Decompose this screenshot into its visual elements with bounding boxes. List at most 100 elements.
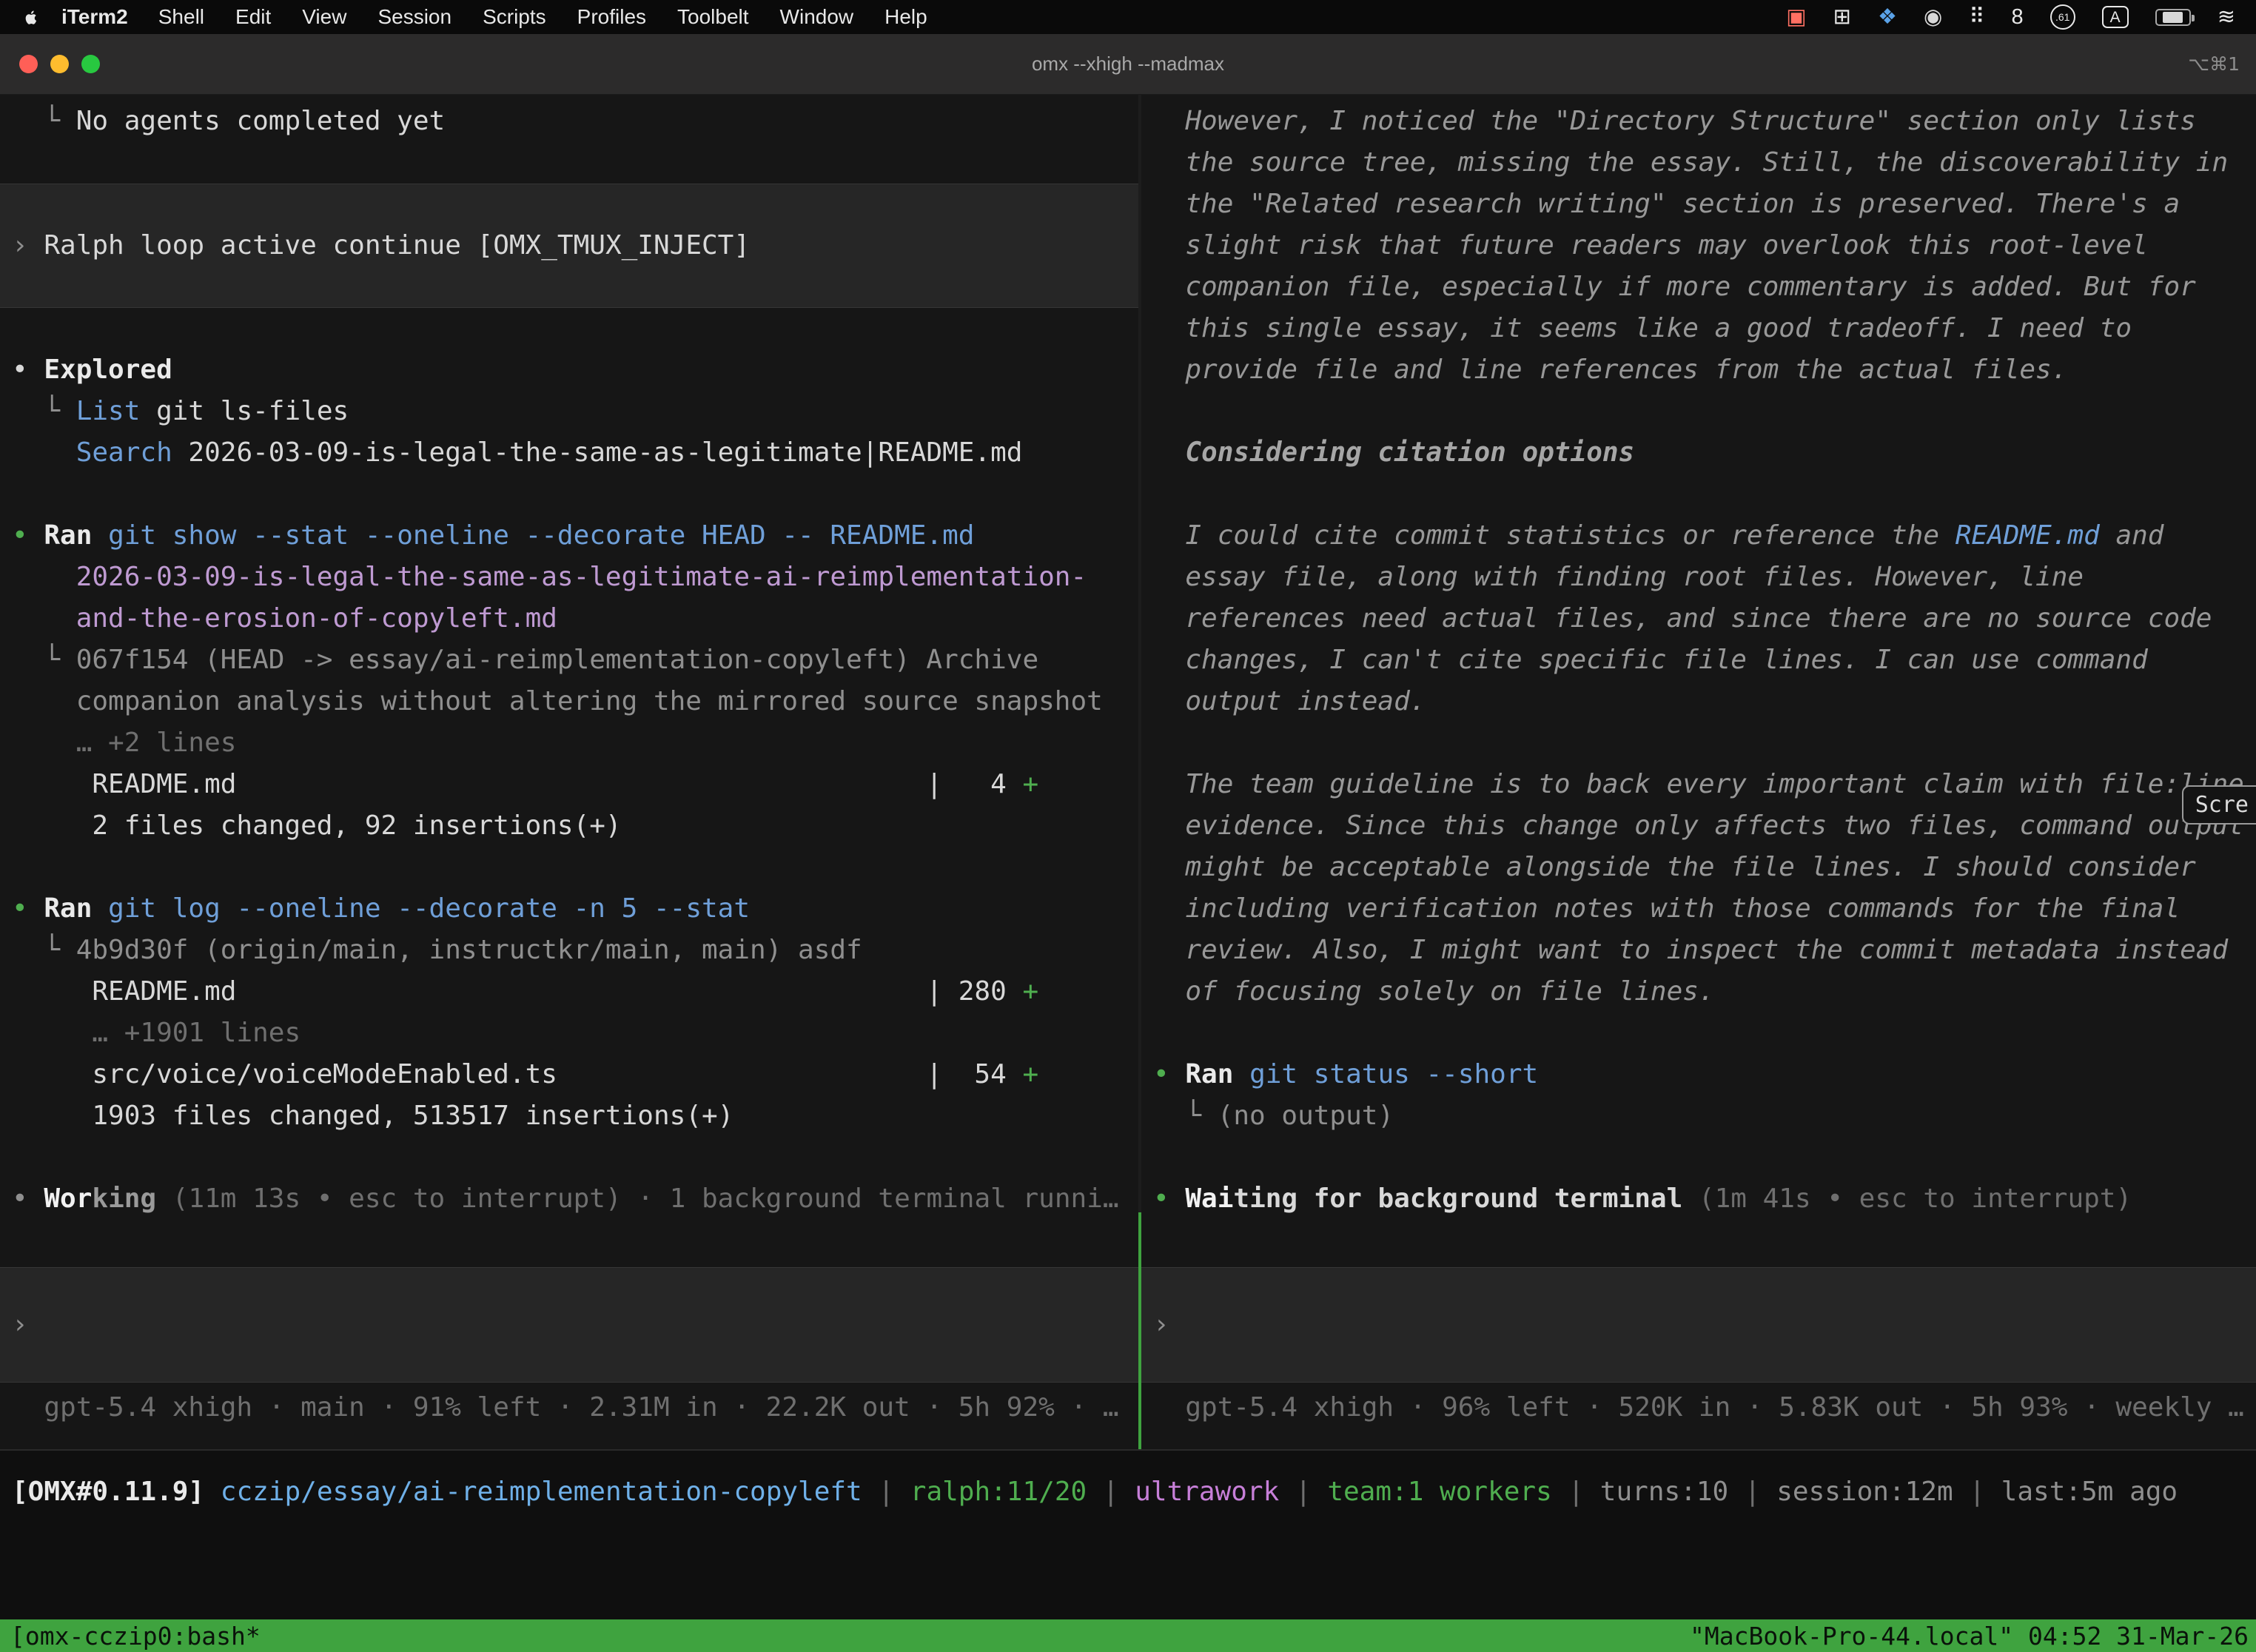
terminal-line: • Ran git log --oneline --decorate -n 5 … [0,888,1138,930]
screen-recording-icon[interactable]: ▣ [1786,7,1806,28]
menu-toolbelt[interactable]: Toolbelt [662,5,765,29]
pane-left-content: └ No agents completed yet› Ralph loop ac… [0,101,1138,1220]
blue-app-icon[interactable]: ❖ [1878,7,1897,28]
text-segment: team:1 workers [1327,1477,1551,1507]
terminal-line: slight risk that future readers may over… [1141,225,2256,266]
terminal-area: └ No agents completed yet› Ralph loop ac… [0,95,2256,1451]
text-segment: | [1087,1477,1135,1507]
battery-icon[interactable] [2155,9,2191,26]
text-segment: output instead. [1153,686,1426,716]
terminal-line [1141,722,2256,764]
omx-status-bar-text: [OMX#0.11.9] cczip/essay/ai-reimplementa… [0,1477,2178,1507]
terminal-line [1141,474,2256,515]
text-segment: review. Also, I might want to inspect th… [1153,935,2228,965]
terminal-line: and-the-erosion-of-copyleft.md [0,598,1138,639]
pane-right-content: However, I noticed the "Directory Struct… [1141,101,2256,1220]
terminal-line: … +1901 lines [0,1013,1138,1054]
text-segment: List [76,396,141,426]
terminal-line: changes, I can't cite specific file line… [1141,639,2256,681]
zoom-button[interactable] [81,55,100,73]
pane-right-prompt[interactable]: › Improve documentation in @filename [1141,1267,2256,1383]
terminal-line: this single essay, it seems like a good … [1141,308,2256,349]
text-segment: | [1953,1477,2001,1507]
terminal-line: └ 4b9d30f (origin/main, instructkr/main,… [0,930,1138,971]
text-segment: … +2 lines [12,728,236,758]
window-grid-icon[interactable]: ⊞ [1833,7,1851,28]
text-segment: Wai [1185,1183,1233,1214]
omx-status-bar: [OMX#0.11.9] cczip/essay/ai-reimplementa… [0,1451,2256,1532]
text-segment: └ (no output) [1153,1101,1394,1131]
pane-right-bottom: › Improve documentation in @filename gpt… [1141,1267,2256,1449]
text-segment: ultrawork [1135,1477,1279,1507]
menubar-menus: ShellEditViewSessionScriptsProfilesToolb… [143,5,943,29]
text-segment: turns:10 [1600,1477,1728,1507]
text-segment: └ [12,396,76,426]
terminal-line: Search 2026-03-09-is-legal-the-same-as-l… [0,432,1138,474]
terminal-line [0,142,1138,184]
terminal-line [1141,391,2256,432]
terminal-line: • Working (11m 13s • esc to interrupt) ·… [0,1178,1138,1220]
pane-left-status: gpt-5.4 xhigh · main · 91% left · 2.31M … [0,1387,1138,1428]
menu-profiles[interactable]: Profiles [562,5,662,29]
menubar-app-name[interactable]: iTerm2 [47,5,143,29]
menu-window[interactable]: Window [765,5,870,29]
terminal-line: › Ralph loop active continue [OMX_TMUX_I… [0,225,750,266]
terminal-line: • Ran git show --stat --oneline --decora… [0,515,1138,557]
input-source-icon[interactable]: A [2102,6,2129,28]
agent-notice-box: › Ralph loop active continue [OMX_TMUX_I… [0,184,1138,308]
text-segment: 2026-03-09-is-legal-the-same-as-legitima… [12,562,1087,592]
traffic-lights [19,55,100,73]
menu-scripts[interactable]: Scripts [467,5,562,29]
terminal-line: companion analysis without altering the … [0,681,1138,722]
text-segment: Search [12,437,172,468]
text-segment: › [12,1309,41,1340]
terminal-line: └ List git ls-files [0,391,1138,432]
terminal-line: output instead. [1141,681,2256,722]
text-segment: git show --stat --oneline --decorate HEA… [92,520,974,551]
pane-left-prompt[interactable]: › Improve documentation in @filename [0,1267,1138,1383]
dark-circle-app-icon[interactable]: ◉ [1924,7,1942,28]
tmux-session-label: [omx-cczip0:bash* [0,1622,261,1651]
text-segment: including verification notes with those … [1153,893,2180,924]
pane-right-status: gpt-5.4 xhigh · 96% left · 520K in · 5.8… [1141,1387,2256,1428]
minimize-button[interactable] [50,55,69,73]
text-segment: slight risk that future readers may over… [1153,230,2148,261]
terminal-line: • Ran git status --short [1141,1054,2256,1095]
text-segment: git ls-files [140,396,349,426]
pane-left-prompt-text[interactable]: › Improve documentation in @filename [0,1304,41,1346]
text-segment: and-the-erosion-of-copyleft.md [12,603,557,634]
menu-edit[interactable]: Edit [220,5,286,29]
menu-help[interactable]: Help [869,5,943,29]
text-segment: (11m 13s • esc to interrupt) · 1 backgro… [156,1183,1118,1214]
terminal-line [0,308,1138,349]
menu-session[interactable]: Session [362,5,467,29]
window-shortcut-badge: ⌥⌘1 [2188,53,2240,75]
pane-right-prompt-text[interactable]: › Improve documentation in @filename [1141,1304,1183,1346]
battery-percentage-icon[interactable]: .61 [2050,4,2075,30]
terminal-pane-right: However, I noticed the "Directory Struct… [1141,95,2256,1449]
dots-grid-icon[interactable]: ⠿ [1969,7,1984,28]
wifi-icon[interactable]: ≋ [2218,7,2235,28]
screen-edge-overlay-button[interactable]: Scre [2182,785,2256,825]
text-segment: └ 4b9d30f (origin/main, instructkr/main,… [12,935,862,965]
menu-shell[interactable]: Shell [143,5,220,29]
text-segment: README.md | 280 [12,976,1022,1007]
text-segment: the "Related research writing" section i… [1153,189,2180,219]
text-segment: gpt-5.4 xhigh · main · 91% left · 2.31M … [12,1392,1119,1423]
terminal-line: The team guideline is to back every impo… [1141,764,2256,805]
text-segment: src/voice/voiceModeEnabled.ts | 54 [12,1059,1022,1089]
menu-view[interactable]: View [286,5,362,29]
tmux-host-time-label: "MacBook-Pro-44.local" 04:52 31-Mar-26 [1690,1622,2256,1651]
text-segment: and [2100,520,2164,551]
pane-left-bottom: › Improve documentation in @filename gpt… [0,1267,1138,1449]
text-segment: king [92,1183,156,1214]
text-segment: • [12,520,44,551]
close-button[interactable] [19,55,38,73]
text-segment: › [1153,1309,1183,1340]
terminal-line [1141,1137,2256,1178]
menubar: iTerm2 ShellEditViewSessionScriptsProfil… [0,0,2256,34]
terminal-line: └ 067f154 (HEAD -> essay/ai-reimplementa… [0,639,1138,681]
apple-menu-icon[interactable] [21,7,41,27]
text-segment: Considering citation options [1153,437,1634,468]
number-8-badge-icon[interactable]: 8 [2012,7,2024,28]
